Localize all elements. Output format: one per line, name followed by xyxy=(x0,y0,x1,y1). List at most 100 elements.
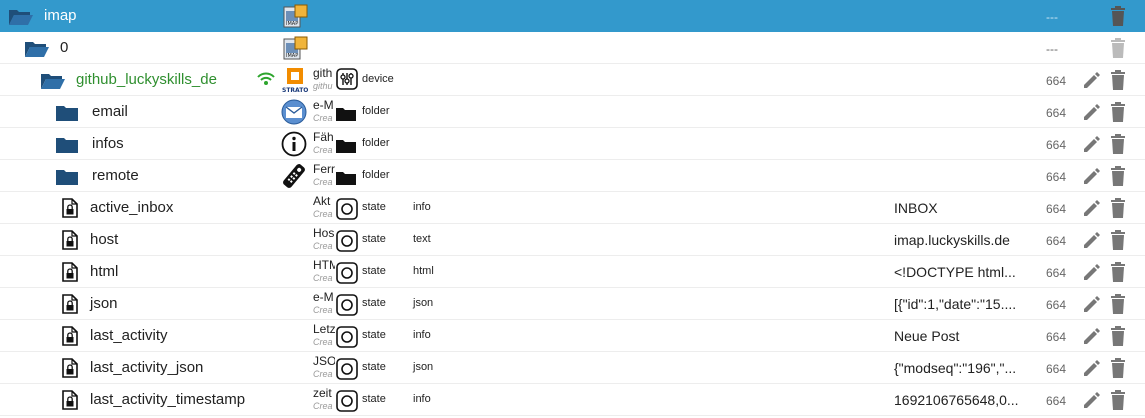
edit-icon[interactable] xyxy=(1082,230,1102,250)
tree-row-infos[interactable]: infos Fäh Crea folder 664 xyxy=(0,128,1145,160)
object-title: e-M Crea xyxy=(313,288,335,320)
state-value[interactable]: Neue Post xyxy=(894,328,959,344)
title-text: Akt xyxy=(313,194,331,208)
edit-icon[interactable] xyxy=(1082,326,1102,346)
tree-row-last-activity-timestamp[interactable]: last_activity_timestamp zeit Crea state … xyxy=(0,384,1145,416)
tree-row-github-luckyskills-de[interactable]: github_luckyskills_de STRATO gith githu … xyxy=(0,64,1145,96)
title-subtext: Crea xyxy=(313,369,333,379)
edit-icon[interactable] xyxy=(1082,262,1102,282)
delete-icon[interactable] xyxy=(1108,69,1128,91)
object-title: zeit Crea xyxy=(313,384,335,416)
object-title: Akt Crea xyxy=(313,192,335,224)
tree-row-json[interactable]: json e-M Crea state json [{"id":1,"date"… xyxy=(0,288,1145,320)
object-type: state xyxy=(362,329,386,341)
strato-icon: STRATO xyxy=(282,67,308,93)
tree-row-last-activity[interactable]: last_activity Letz Crea state info Neue … xyxy=(0,320,1145,352)
tree-row-html[interactable]: html HTM Crea state html <!DOCTYPE html.… xyxy=(0,256,1145,288)
folder-icon[interactable] xyxy=(56,104,78,121)
permission-text: 664 xyxy=(1046,266,1067,280)
tree-row-last-activity-json[interactable]: last_activity_json JSO Crea state json {… xyxy=(0,352,1145,384)
permission-text: 664 xyxy=(1046,234,1067,248)
edit-icon[interactable] xyxy=(1082,358,1102,378)
object-name: imap xyxy=(44,7,77,24)
imap-adapter-icon: IMAP xyxy=(283,3,309,29)
delete-icon[interactable] xyxy=(1108,37,1128,59)
file-lock-icon xyxy=(62,230,78,250)
object-title: Fäh Crea xyxy=(313,128,335,160)
delete-icon[interactable] xyxy=(1108,325,1128,347)
edit-icon[interactable] xyxy=(1082,102,1102,122)
state-icon xyxy=(336,358,358,380)
folder-icon[interactable] xyxy=(56,168,78,185)
title-subtext: Crea xyxy=(313,305,333,315)
state-icon xyxy=(336,262,358,284)
title-text: e-M xyxy=(313,290,334,304)
object-type: folder xyxy=(362,105,390,117)
file-lock-icon xyxy=(62,326,78,346)
title-subtext: Crea xyxy=(313,209,333,219)
object-role: html xyxy=(413,265,434,277)
permission-text: 664 xyxy=(1046,74,1067,88)
tree-row-email[interactable]: email e-M Crea folder 664 xyxy=(0,96,1145,128)
title-subtext: Crea xyxy=(313,273,333,283)
edit-icon[interactable] xyxy=(1082,390,1102,410)
tree-row-remote[interactable]: remote Ferr Crea folder 664 xyxy=(0,160,1145,192)
permission-text: --- xyxy=(1046,10,1058,24)
title-subtext: Crea xyxy=(313,401,333,411)
tree-row-0[interactable]: 0 IMAP --- xyxy=(0,32,1145,64)
tree-row-active-inbox[interactable]: active_inbox Akt Crea state info INBOX 6… xyxy=(0,192,1145,224)
edit-icon[interactable] xyxy=(1082,70,1102,90)
object-title: Ferr Crea xyxy=(313,160,335,192)
delete-icon[interactable] xyxy=(1108,133,1128,155)
info-icon xyxy=(281,131,307,157)
state-value[interactable]: imap.luckyskills.de xyxy=(894,232,1010,248)
folder-type-icon xyxy=(336,106,356,121)
edit-icon[interactable] xyxy=(1082,198,1102,218)
title-text: Ferr xyxy=(313,162,335,176)
object-type: state xyxy=(362,361,386,373)
delete-icon[interactable] xyxy=(1108,229,1128,251)
delete-icon[interactable] xyxy=(1108,5,1128,27)
state-value[interactable]: {"modseq":"196","... xyxy=(894,360,1016,376)
delete-icon[interactable] xyxy=(1108,293,1128,315)
svg-text:STRATO: STRATO xyxy=(282,87,308,93)
delete-icon[interactable] xyxy=(1108,197,1128,219)
object-name: last_activity_json xyxy=(90,359,204,376)
folder-open-icon[interactable] xyxy=(8,8,34,26)
delete-icon[interactable] xyxy=(1108,165,1128,187)
object-name: email xyxy=(92,103,128,120)
object-role: json xyxy=(413,297,434,309)
permission-text: 664 xyxy=(1046,202,1067,216)
folder-open-icon[interactable] xyxy=(40,72,66,90)
delete-icon[interactable] xyxy=(1108,101,1128,123)
folder-type-icon xyxy=(336,170,356,185)
remote-control-icon xyxy=(280,162,308,190)
title-text: Letz xyxy=(313,322,335,336)
folder-icon[interactable] xyxy=(56,136,78,153)
object-role: json xyxy=(413,361,434,373)
file-lock-icon xyxy=(62,294,78,314)
file-lock-icon xyxy=(62,262,78,282)
permission-text: 664 xyxy=(1046,330,1067,344)
state-value[interactable]: [{"id":1,"date":"15.... xyxy=(894,296,1016,312)
state-value[interactable]: INBOX xyxy=(894,200,938,216)
edit-icon[interactable] xyxy=(1082,134,1102,154)
object-title: HTM Crea xyxy=(313,256,335,288)
state-value[interactable]: <!DOCTYPE html... xyxy=(894,264,1016,280)
object-name: infos xyxy=(92,135,124,152)
title-text: e-M xyxy=(313,98,334,112)
permission-text: 664 xyxy=(1046,170,1067,184)
folder-open-icon[interactable] xyxy=(24,40,50,58)
edit-icon[interactable] xyxy=(1082,166,1102,186)
delete-icon[interactable] xyxy=(1108,261,1128,283)
edit-icon[interactable] xyxy=(1082,294,1102,314)
permission-text: 664 xyxy=(1046,362,1067,376)
tree-row-host[interactable]: host Hos Crea state text imap.luckyskill… xyxy=(0,224,1145,256)
object-type: state xyxy=(362,297,386,309)
tree-row-imap[interactable]: imap IMAP --- xyxy=(0,0,1145,32)
delete-icon[interactable] xyxy=(1108,389,1128,411)
object-name: 0 xyxy=(60,39,69,56)
delete-icon[interactable] xyxy=(1108,357,1128,379)
state-value[interactable]: 1692106765648,0... xyxy=(894,392,1019,408)
title-subtext: githu xyxy=(313,81,333,91)
